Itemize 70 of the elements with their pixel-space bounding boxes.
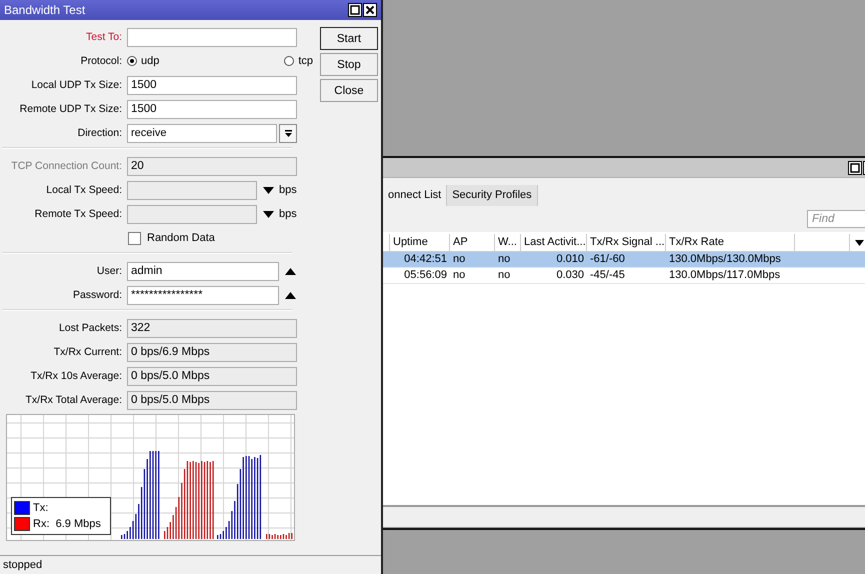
dialog-button[interactable]: Start <box>320 27 378 50</box>
readonly-field[interactable]: 0 bps/5.0 Mbps <box>127 366 297 386</box>
search-field[interactable]: Find <box>807 210 865 228</box>
field-label: TCP Connection Count: <box>10 160 123 172</box>
radio-label[interactable]: tcp <box>298 55 313 67</box>
dropdown-arrow-icon[interactable] <box>263 210 274 218</box>
dialog-button[interactable]: Stop <box>320 53 378 76</box>
field-label: Tx/Rx 10s Average: <box>30 370 123 382</box>
radio-button[interactable] <box>284 56 294 66</box>
unit-label: bps <box>279 184 297 196</box>
table-cell: no <box>498 253 510 265</box>
field-label: Tx/Rx Total Average: <box>24 394 123 406</box>
input-field[interactable] <box>127 180 257 200</box>
table-cell: 130.0Mbps/130.0Mbps <box>669 253 781 265</box>
dialog-button[interactable]: Close <box>320 79 378 102</box>
tab[interactable]: Security Profiles <box>447 185 538 206</box>
column-header[interactable]: Tx/Rx Rate <box>666 234 795 251</box>
collapse-arrow-icon[interactable] <box>285 268 296 274</box>
input-field[interactable]: **************** <box>127 286 279 304</box>
field-label: Local UDP Tx Size: <box>30 79 123 91</box>
column-header[interactable]: Last Activit... <box>521 234 587 251</box>
column-header[interactable]: W... <box>495 234 521 251</box>
table-cell: 0.010 <box>556 253 584 265</box>
checkbox[interactable] <box>128 232 141 244</box>
field-label: Local Tx Speed: <box>45 184 123 196</box>
input-field[interactable]: 1500 <box>127 76 297 94</box>
window-title: Bandwidth Test <box>4 3 86 17</box>
dropdown-arrow-icon[interactable] <box>855 240 864 246</box>
table-cell: 05:56:09 <box>404 269 447 281</box>
dropdown-arrow-icon[interactable] <box>263 186 274 194</box>
maximize-icon[interactable] <box>848 160 862 174</box>
field-label: Remote UDP Tx Size: <box>18 103 123 115</box>
dropdown-arrow-icon[interactable] <box>284 128 292 138</box>
close-icon[interactable] <box>363 3 377 17</box>
column-header[interactable]: Uptime <box>390 234 450 251</box>
field-label: Password: <box>72 289 123 301</box>
field-label: Protocol: <box>80 55 123 67</box>
collapse-arrow-icon[interactable] <box>285 292 296 298</box>
input-field[interactable]: admin <box>127 262 279 280</box>
table-cell: no <box>498 269 510 281</box>
legend-label: Rx: 6.9 Mbps <box>33 518 101 530</box>
radio-button[interactable] <box>127 56 137 66</box>
table-cell: -45/-45 <box>590 269 625 281</box>
readonly-field[interactable]: 0 bps/5.0 Mbps <box>127 390 297 410</box>
checkbox-label[interactable]: Random Data <box>147 232 215 244</box>
field-label: Lost Packets: <box>58 322 123 334</box>
table-cell: 130.0Mbps/117.0Mbps <box>669 269 780 281</box>
table-cell: no <box>453 269 466 281</box>
column-header[interactable]: Tx/Rx Signal ... <box>587 234 666 251</box>
table-cell: 0.030 <box>556 269 584 281</box>
field-label: Remote Tx Speed: <box>34 208 123 220</box>
field-label: Tx/Rx Current: <box>52 346 123 358</box>
table-row[interactable]: 04:42:51 no no 0.010 -61/-60 130.0Mbps/130.0Mbps <box>383 252 865 268</box>
table-row[interactable]: 05:56:09 no no 0.030 -45/-45 130.0Mbps/117.0Mbps <box>383 268 865 284</box>
table-cell: -61/-60 <box>590 253 625 265</box>
input-field[interactable] <box>127 204 257 224</box>
input-field[interactable]: 1500 <box>127 100 297 118</box>
radio-label[interactable]: udp <box>141 55 160 67</box>
table-cell: no <box>453 253 466 265</box>
readonly-field[interactable]: 0 bps/6.9 Mbps <box>127 342 297 362</box>
readonly-field[interactable]: 322 <box>127 318 297 338</box>
column-header[interactable]: AP <box>450 234 495 251</box>
field-label: Test To: <box>85 31 123 43</box>
unit-label: bps <box>279 208 297 220</box>
field-label: User: <box>96 265 123 277</box>
input-field[interactable] <box>127 28 297 46</box>
maximize-icon[interactable] <box>348 3 362 17</box>
field-label: Direction: <box>76 127 123 139</box>
legend-label: Tx: <box>33 502 48 514</box>
table-cell: 04:42:51 <box>404 253 447 265</box>
